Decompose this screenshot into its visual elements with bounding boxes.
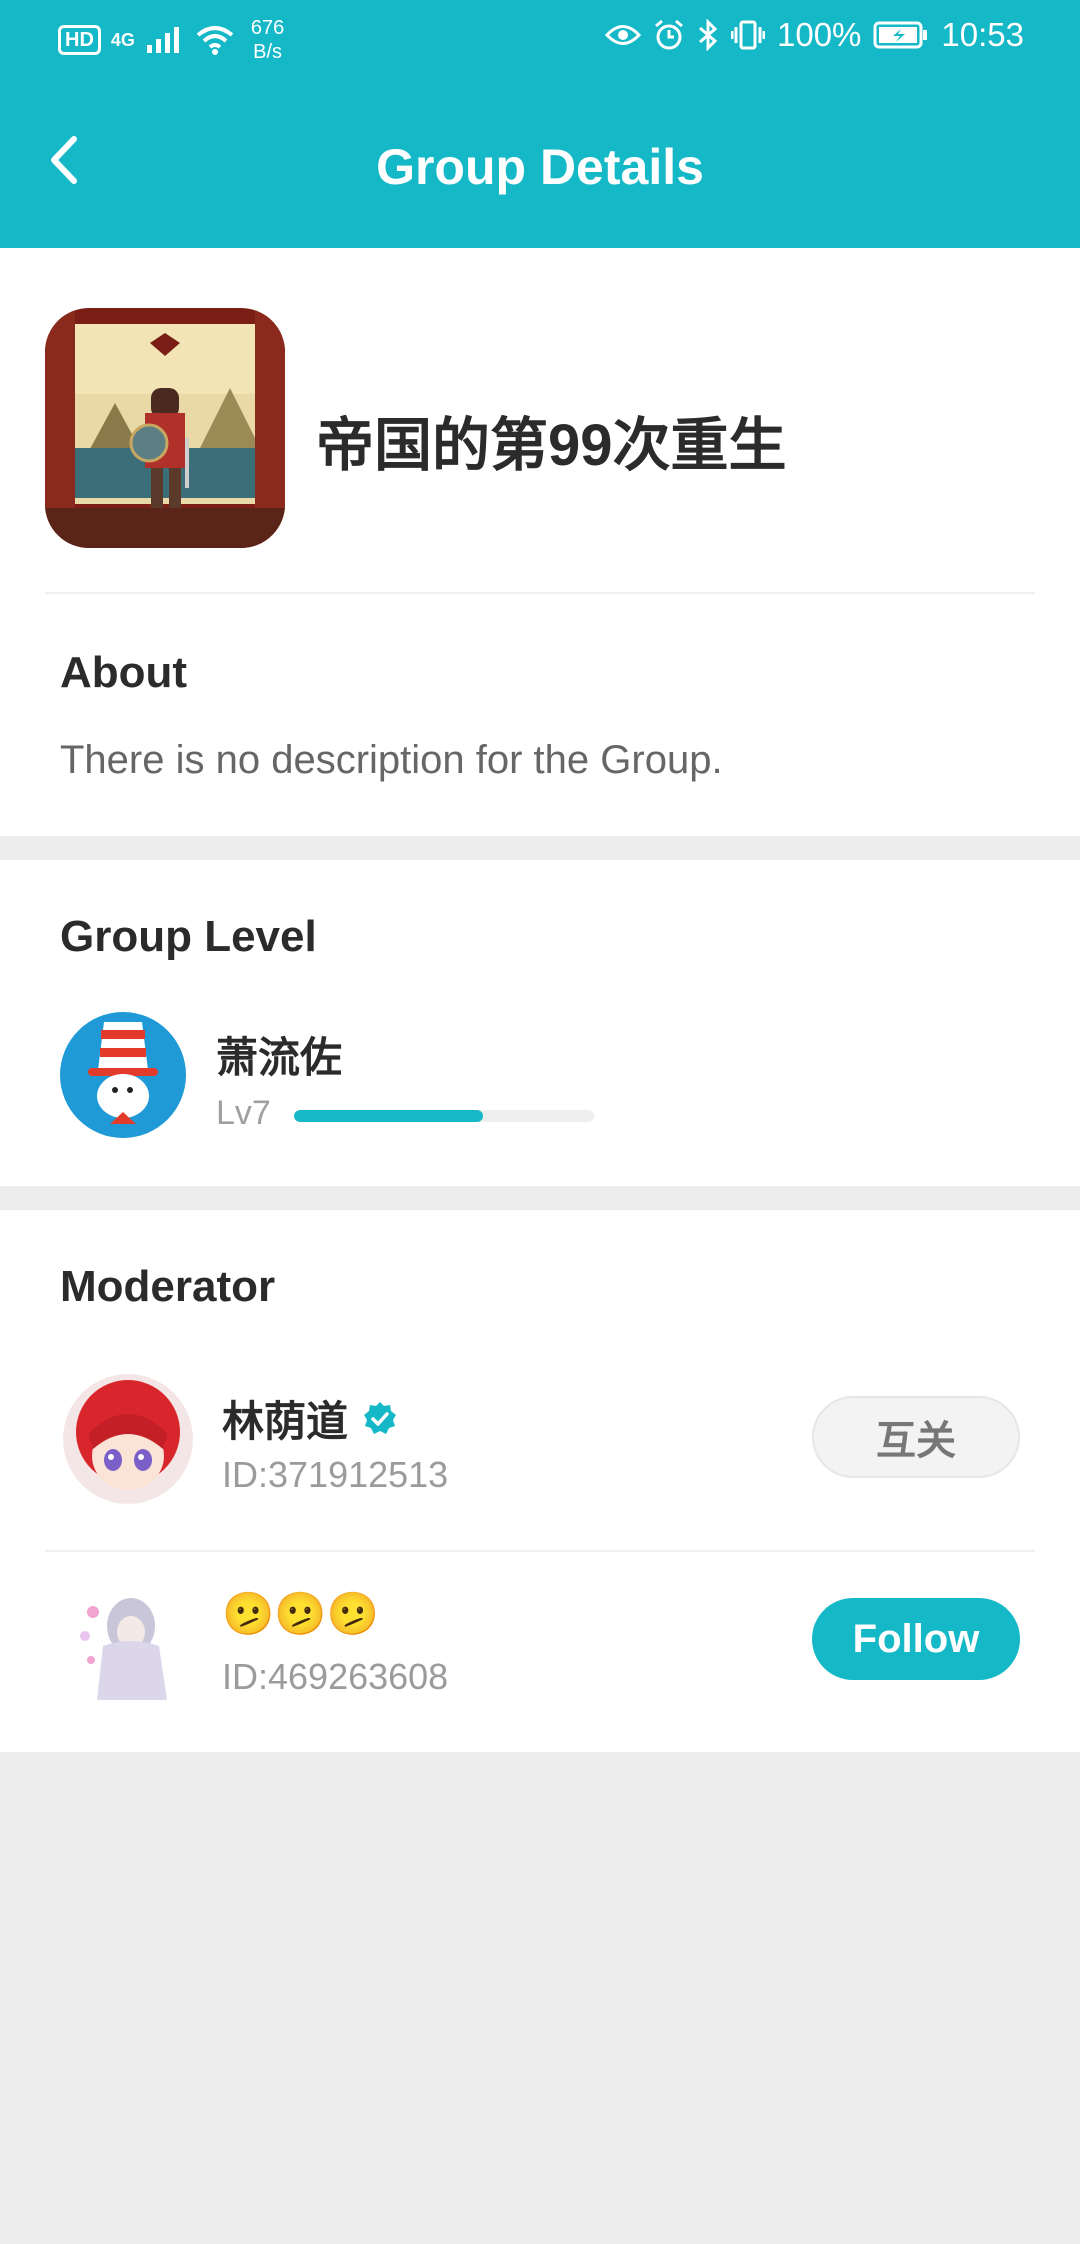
net-speed-value: 676 [250, 17, 285, 39]
list-item[interactable]: 🫤🫤🫤 ID:469263608 Follow [0, 1544, 1080, 1744]
list-item[interactable]: 林荫道 ID:371912513 互关 [0, 1342, 1080, 1542]
mutual-follow-button[interactable]: 互关 [812, 1396, 1020, 1478]
app-header: HD 4G 676 B/s 100% 10:53 Group Details [0, 0, 1080, 248]
signal-icon [146, 27, 179, 53]
group-avatar-image [45, 308, 285, 548]
page-title: Group Details [376, 139, 704, 195]
alarm-icon [655, 19, 683, 50]
wifi-icon [196, 26, 234, 55]
moderator-section: Moderator 林荫道 ID:371912513 互关 🫤🫤🫤 ID:469… [0, 1210, 1080, 1752]
battery-percent: 100% [777, 16, 862, 53]
battery-icon [873, 21, 928, 49]
group-avatar[interactable] [45, 308, 285, 548]
avatar[interactable] [63, 1576, 193, 1706]
moderator-avatar-image [63, 1576, 193, 1706]
follow-button[interactable]: Follow [812, 1598, 1020, 1680]
vibrate-icon [731, 20, 765, 50]
moderator-name-text: 🫤🫤🫤 [222, 1590, 379, 1637]
moderator-title: Moderator [60, 1262, 276, 1311]
group-name: 帝国的第99次重生 [316, 413, 787, 478]
group-info-section: 帝国的第99次重生 About There is no description … [0, 248, 1080, 836]
moderator-avatar-image [63, 1374, 193, 1504]
net-speed-unit: B/s [253, 41, 283, 63]
network-label: 4G [110, 29, 135, 50]
net-speed: 676 B/s [251, 16, 284, 64]
level-progress-fill [294, 1110, 483, 1122]
verified-badge-icon [364, 1401, 397, 1434]
eye-icon [605, 25, 641, 45]
moderator-name: 林荫道 [222, 1388, 398, 1449]
group-level-section: Group Level 萧流佐 Lv7 [0, 860, 1080, 1186]
status-bar: HD 4G 676 B/s 100% 10:53 [0, 0, 1080, 80]
about-title: About [60, 648, 188, 697]
moderator-id: ID:371912513 [222, 1454, 449, 1495]
nav-bar: Group Details [0, 80, 1080, 248]
level-progress-bar [294, 1110, 594, 1122]
moderator-name: 🫤🫤🫤 [222, 1590, 379, 1639]
moderator-name-text: 林荫道 [222, 1398, 349, 1445]
divider [45, 592, 1035, 594]
level-user-avatar-image [60, 1012, 186, 1138]
moderator-id: ID:469263608 [222, 1656, 449, 1697]
group-level-title: Group Level [60, 912, 317, 961]
bluetooth-icon [699, 19, 718, 51]
level-label: Lv7 [216, 1094, 271, 1132]
hd-badge: HD [58, 25, 101, 55]
avatar[interactable] [63, 1374, 193, 1504]
about-description: There is no description for the Group. [60, 738, 723, 782]
level-user-name: 萧流佐 [216, 1034, 343, 1081]
avatar[interactable] [60, 1012, 186, 1138]
clock: 10:53 [941, 16, 1024, 53]
